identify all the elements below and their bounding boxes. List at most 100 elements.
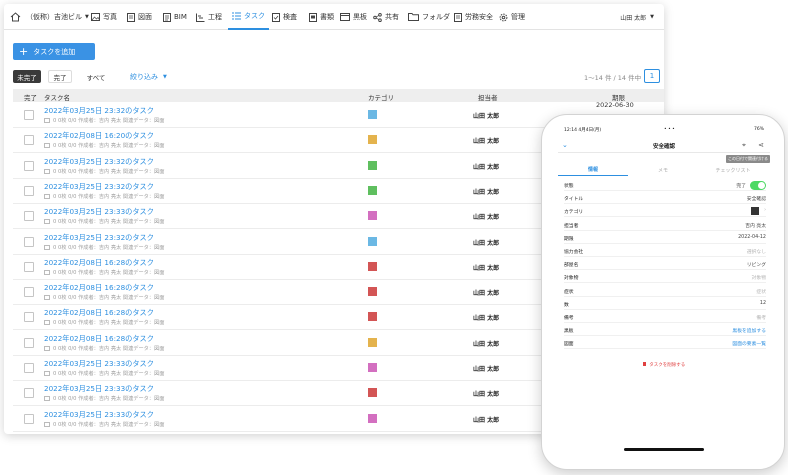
field-value: 黒板を追加する <box>732 329 766 335</box>
complete-checkbox[interactable] <box>24 312 34 323</box>
nav-inspection[interactable]: 検査 <box>272 4 297 30</box>
category-swatch <box>368 160 377 170</box>
user-menu[interactable]: 山田 太郎 ▼ <box>620 4 654 30</box>
field-label: 部屋名 <box>564 263 579 269</box>
header-name[interactable]: タスク名 <box>44 92 70 102</box>
assignee-name: 山田 太郎 <box>473 113 500 120</box>
complete-checkbox[interactable] <box>24 211 34 222</box>
field-row[interactable]: 黒板 黒板を追加する <box>564 324 766 337</box>
add-task-button[interactable]: + タスクを追加 <box>13 43 95 60</box>
field-row[interactable]: 備考 備考 <box>564 311 766 323</box>
status-toggle[interactable] <box>750 180 766 190</box>
task-meta-text: 0 0枚 0/0 作成者：吉内 亮太 関連データ：図面 <box>53 371 165 377</box>
nav-folder[interactable]: フォルダ <box>408 4 450 30</box>
field-row[interactable]: 状態 完了 <box>564 179 766 191</box>
field-row[interactable]: 数 12 <box>564 298 766 310</box>
task-meta: 0 0枚 0/0 作成者：吉内 亮太 関連データ：図面 <box>44 269 164 276</box>
due-date: 2022-06-30 <box>596 101 634 109</box>
task-title[interactable]: 2022年03月25日 23:33のタスク <box>44 359 154 369</box>
comment-icon <box>44 244 50 250</box>
complete-checkbox[interactable] <box>24 261 34 272</box>
task-title[interactable]: 2022年02月08日 16:20のタスク <box>44 131 154 141</box>
comment-icon <box>44 371 50 376</box>
category-swatch <box>751 207 759 216</box>
category-swatch <box>368 185 377 195</box>
task-title[interactable]: 2022年02月08日 16:28のタスク <box>44 258 154 268</box>
share-icon <box>373 12 382 22</box>
complete-checkbox[interactable] <box>24 388 34 399</box>
filter-incomplete[interactable]: 未完了 <box>13 70 41 83</box>
nav-safety[interactable]: 労務安全 <box>454 4 493 30</box>
complete-checkbox[interactable] <box>24 287 34 298</box>
task-title[interactable]: 2022年03月25日 23:33のタスク <box>44 410 154 420</box>
field-row[interactable]: 部屋名 リビング <box>564 258 766 271</box>
phone-tabs: 情報 メモ チェックリスト <box>558 164 770 176</box>
task-title[interactable]: 2022年03月25日 23:32のタスク <box>44 182 154 192</box>
field-label: タイトル <box>564 197 584 203</box>
delete-task-label: タスクを削除する <box>649 363 686 368</box>
task-meta-text: 0 0枚 0/0 作成者：吉内 亮太 関連データ：図面 <box>53 219 165 226</box>
filter-complete[interactable]: 完了 <box>48 70 72 83</box>
field-label: 状態 <box>564 184 574 189</box>
project-selector[interactable]: （仮称）吉池ビル ▼ <box>26 4 89 30</box>
task-meta-text: 0 0枚 0/0 作成者：吉内 亮太 関連データ：図面 <box>53 168 165 175</box>
task-title[interactable]: 2022年03月25日 23:33のタスク <box>44 207 154 217</box>
task-title[interactable]: 2022年03月25日 23:33のタスク <box>44 384 154 394</box>
user-name: 山田 太郎 <box>620 14 647 22</box>
complete-checkbox[interactable] <box>24 236 34 247</box>
tab-memo[interactable]: メモ <box>628 164 698 176</box>
tab-checklist[interactable]: チェックリスト <box>698 164 768 176</box>
task-title[interactable]: 2022年03月25日 23:32のタスク <box>44 233 154 243</box>
nav-task[interactable]: タスク <box>228 4 269 30</box>
nav-share[interactable]: 共有 <box>373 4 399 30</box>
task-title[interactable]: 2022年02月08日 16:28のタスク <box>44 283 154 293</box>
nav-drawing[interactable]: 図面 <box>127 4 152 30</box>
field-row[interactable]: カテゴリ › <box>564 205 766 218</box>
share-icon[interactable]: ⋖ <box>758 141 764 149</box>
field-row[interactable]: 対象物 対象物 <box>564 271 766 284</box>
complete-checkbox[interactable] <box>24 337 34 348</box>
complete-checkbox[interactable] <box>24 413 34 424</box>
page-button[interactable]: 1 <box>644 69 660 83</box>
field-row[interactable]: 協力会社 選択なし <box>564 245 766 257</box>
comment-icon <box>44 118 50 123</box>
nav-bim[interactable]: BIM <box>163 4 187 30</box>
field-row[interactable]: 担当者 吉内 亮太 <box>564 219 766 231</box>
nav-admin[interactable]: 管理 <box>499 4 525 30</box>
field-row[interactable]: タイトル 安全確認 <box>564 192 766 205</box>
header-category[interactable]: カテゴリ <box>368 92 394 102</box>
pin-icon[interactable]: ⌖ <box>742 141 746 150</box>
home-nav[interactable] <box>10 4 24 30</box>
nav-label-folder: フォルダ <box>422 13 450 21</box>
delete-task-button[interactable]: タスクを削除する <box>558 362 770 368</box>
task-title[interactable]: 2022年02月08日 16:28のタスク <box>44 334 154 344</box>
nav-schedule[interactable]: 工程 <box>196 4 222 30</box>
filter-all[interactable]: すべて <box>82 70 110 83</box>
comment-icon <box>44 219 50 225</box>
nav-documents[interactable]: 書類 <box>309 4 334 30</box>
task-meta-text: 0 0枚 0/0 作成者：吉内 亮太 関連データ：図面 <box>53 320 165 327</box>
complete-checkbox[interactable] <box>24 363 34 373</box>
complete-checkbox[interactable] <box>24 160 34 171</box>
task-title[interactable]: 2022年03月25日 23:32のタスク <box>44 106 154 116</box>
nav-photo[interactable]: 写真 <box>91 4 117 30</box>
field-row[interactable]: 症状 症状 <box>564 285 766 297</box>
header-assignee[interactable]: 担当者 <box>478 92 498 102</box>
task-title[interactable]: 2022年03月25日 23:32のタスク <box>44 157 154 167</box>
nav-label-blackboard: 黒板 <box>353 13 367 21</box>
task-meta-text: 0 0枚 0/0 作成者：吉内 亮太 関連データ：図面 <box>53 269 165 276</box>
nav-blackboard[interactable]: 黒板 <box>340 4 367 30</box>
field-row[interactable]: 期限 2022-04-12 <box>564 232 766 244</box>
link-date-button[interactable]: この日付で関連付ける <box>726 155 770 163</box>
comment-icon <box>44 168 50 174</box>
task-title[interactable]: 2022年02月08日 16:28のタスク <box>44 308 154 318</box>
assignee-name: 山田 太郎 <box>473 315 500 323</box>
complete-checkbox[interactable] <box>24 135 34 146</box>
complete-checkbox[interactable] <box>24 185 34 196</box>
assignee-name: 山田 太郎 <box>473 290 500 298</box>
tab-info[interactable]: 情報 <box>558 164 628 176</box>
nav-label-safety: 労務安全 <box>465 13 493 21</box>
field-row[interactable]: 図面 図面の要素一覧 <box>564 337 766 350</box>
complete-checkbox[interactable] <box>24 110 34 120</box>
narrow-filter[interactable]: 絞り込み ▼ <box>130 70 167 83</box>
